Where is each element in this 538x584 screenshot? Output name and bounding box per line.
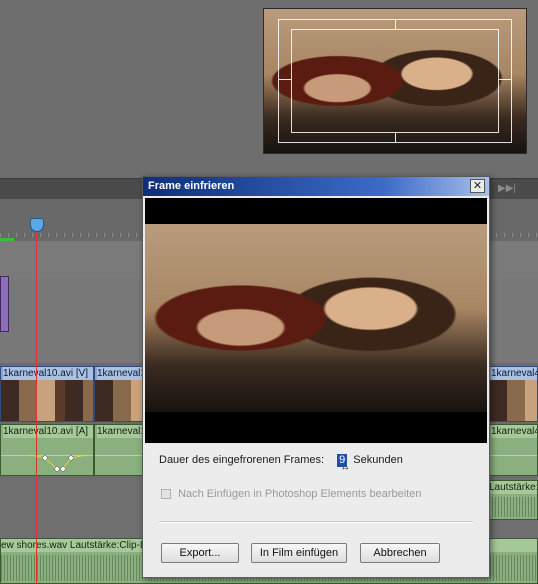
- clip-label: Lautstärke:Clip-: [489, 481, 537, 494]
- clip-thumbnails: [95, 380, 143, 421]
- playhead-icon[interactable]: [30, 218, 44, 232]
- insert-in-movie-button[interactable]: In Film einfügen: [251, 543, 347, 563]
- clip-label: 1karneval4.avi: [491, 425, 537, 438]
- duration-row: Dauer des eingefrorenen Frames: 9 ↔ Seku…: [159, 451, 403, 473]
- video-clip[interactable]: 1karneval10.avi [V]: [0, 366, 94, 422]
- cancel-button[interactable]: Abbrechen: [360, 543, 440, 563]
- waveform: [489, 497, 537, 517]
- photoshop-option: Nach Einfügen in Photoshop Elements bear…: [161, 487, 421, 501]
- frame-image: [145, 224, 487, 412]
- photoshop-checkbox[interactable]: [161, 489, 171, 500]
- safe-mark: [395, 133, 396, 143]
- clip-label: 1karneval10.avi [V]: [3, 367, 93, 380]
- safe-mark: [498, 79, 512, 80]
- dialog-titlebar[interactable]: Frame einfrieren ✕: [143, 177, 489, 196]
- goto-end-icon[interactable]: ▶▶|: [498, 183, 516, 194]
- safe-mark: [395, 19, 396, 29]
- resize-cursor-icon: ↔: [340, 462, 351, 474]
- video-clip[interactable]: 1karneval4.avi: [488, 366, 538, 422]
- clip-label: 1karneval1: [97, 425, 144, 438]
- clip-thumbnails: [1, 380, 93, 421]
- playhead-line: [36, 232, 37, 584]
- monitor-preview[interactable]: [263, 8, 527, 154]
- clip-thumbnails: [489, 380, 537, 421]
- volume-line[interactable]: [489, 455, 537, 456]
- title-clip[interactable]: [0, 276, 9, 332]
- duration-label: Dauer des eingefrorenen Frames:: [159, 454, 325, 466]
- duration-unit: Sekunden: [353, 454, 403, 467]
- photoshop-checkbox-label: Nach Einfügen in Photoshop Elements bear…: [178, 488, 422, 500]
- frame-preview: [145, 198, 487, 443]
- video-clip[interactable]: 1karneval1: [94, 366, 144, 422]
- audio-clip[interactable]: 1karneval10.avi [A]: [0, 424, 94, 476]
- close-icon[interactable]: ✕: [470, 179, 485, 193]
- export-button[interactable]: Export...: [161, 543, 239, 563]
- dialog-title: Frame einfrieren: [148, 180, 235, 192]
- clip-label: 1karneval1: [97, 367, 144, 380]
- title-safe-frame: [291, 29, 499, 133]
- audio-clip[interactable]: 1karneval4.avi: [488, 424, 538, 476]
- audio-clip[interactable]: 1karneval1: [94, 424, 144, 476]
- safe-mark: [278, 79, 292, 80]
- separator: [159, 521, 473, 523]
- volume-keyframes[interactable]: [1, 425, 94, 476]
- audio-clip[interactable]: Lautstärke:Clip-: [488, 480, 538, 520]
- monitor-panel: [0, 0, 538, 178]
- clip-label: 1karneval4.avi: [491, 367, 537, 380]
- freeze-frame-dialog: Frame einfrieren ✕ Dauer des eingefroren…: [142, 176, 490, 578]
- volume-line[interactable]: [95, 455, 143, 456]
